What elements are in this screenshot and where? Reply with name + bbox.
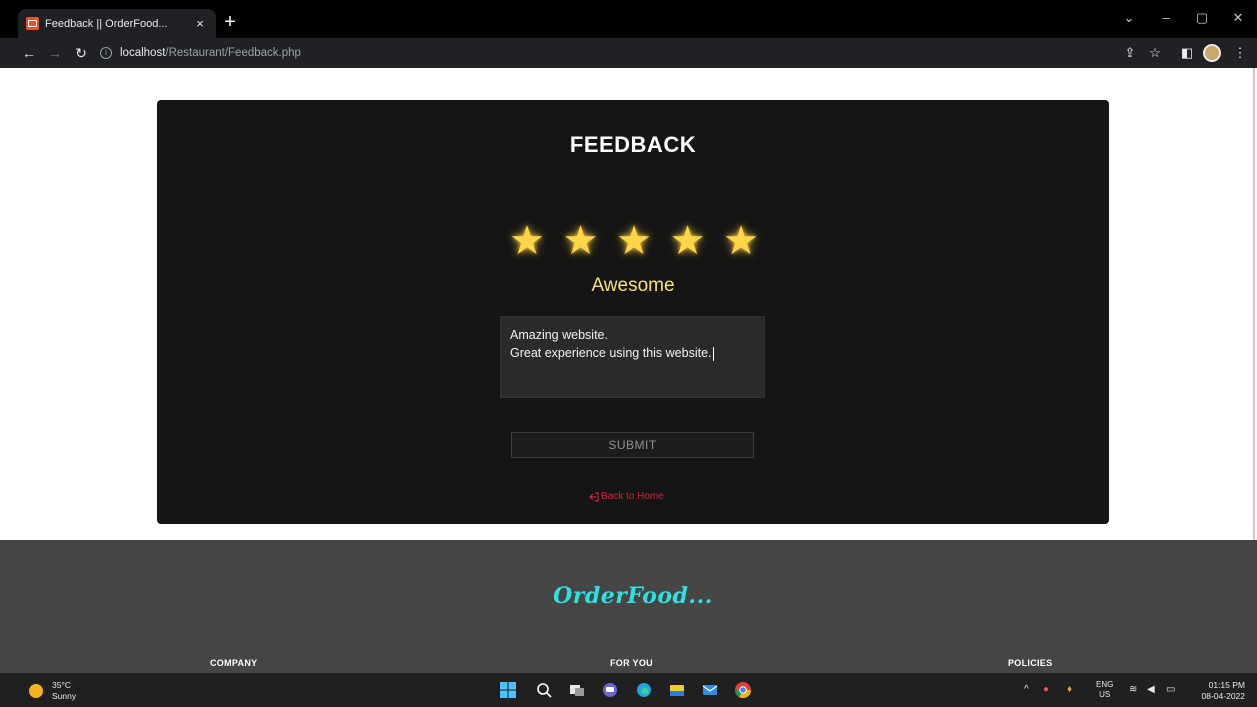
lang-code: ENG <box>1096 680 1114 689</box>
rating-label: Awesome <box>591 275 675 296</box>
antivirus-tray-icon[interactable]: ● <box>1043 684 1049 695</box>
url-path: /Restaurant/Feedback.php <box>165 47 301 59</box>
battery-icon[interactable]: ▭ <box>1166 684 1175 695</box>
site-favicon-icon <box>26 17 39 30</box>
star-rating[interactable]: ★ ★ ★ ★ ★ <box>508 221 760 262</box>
profile-avatar[interactable] <box>1203 44 1221 62</box>
footer-brand: OrderFood... <box>553 583 713 609</box>
info-icon[interactable]: i <box>100 47 112 59</box>
mail-icon[interactable] <box>700 680 720 700</box>
temperature: 35°C <box>52 680 71 690</box>
sign-out-icon <box>589 491 599 502</box>
tab-close-icon[interactable]: × <box>192 16 208 31</box>
volume-icon[interactable]: ◀ <box>1147 684 1155 695</box>
feedback-textarea[interactable]: Amazing website. Great experience using … <box>500 316 765 398</box>
minimize-button[interactable]: – <box>1156 10 1176 25</box>
microphone-icon[interactable]: ♦ <box>1067 684 1072 695</box>
footer-heading-policies: POLICIES <box>1008 658 1053 668</box>
tab-search-chevron-icon[interactable]: ⌄ <box>1119 10 1139 26</box>
wifi-icon[interactable]: ≋ <box>1129 684 1137 695</box>
star-icon[interactable]: ★ <box>669 221 707 261</box>
edge-browser-icon[interactable] <box>634 680 654 700</box>
weather-condition: Sunny <box>52 691 77 701</box>
system-clock[interactable]: 01:15 PM 08-04-2022 <box>1191 680 1245 702</box>
clock-time: 01:15 PM <box>1208 680 1245 690</box>
feedback-title: FEEDBACK <box>569 132 697 157</box>
star-icon[interactable]: ★ <box>615 221 653 261</box>
feedback-card <box>157 100 1109 524</box>
clock-date: 08-04-2022 <box>1201 691 1245 701</box>
footer-heading-company: COMPANY <box>210 658 258 668</box>
chat-icon[interactable] <box>600 680 620 700</box>
file-explorer-icon[interactable] <box>667 680 687 700</box>
url-field[interactable]: i localhost /Restaurant/Feedback.php <box>100 43 301 63</box>
address-bar: ← → ↻ i localhost /Restaurant/Feedback.p… <box>0 38 1257 68</box>
star-bookmark-icon[interactable]: ☆ <box>1146 44 1164 62</box>
sun-icon[interactable] <box>29 684 43 698</box>
close-window-button[interactable]: ✕ <box>1228 10 1248 26</box>
share-icon[interactable]: ⇪ <box>1121 44 1139 62</box>
tab-title: Feedback || OrderFood... <box>45 17 168 30</box>
footer-heading-for-you: FOR YOU <box>610 658 653 668</box>
submit-button[interactable]: SUBMIT <box>511 432 754 458</box>
star-icon[interactable]: ★ <box>562 221 600 261</box>
feedback-line-1: Amazing website. <box>510 328 608 342</box>
new-tab-button[interactable]: + <box>221 12 239 32</box>
weather-widget[interactable]: 35°C Sunny <box>52 680 76 702</box>
side-panel-icon[interactable]: ◧ <box>1178 44 1196 62</box>
show-hidden-icons-chevron[interactable]: ^ <box>1024 684 1029 695</box>
browser-tab[interactable]: Feedback || OrderFood... × <box>18 9 216 38</box>
star-icon[interactable]: ★ <box>722 221 760 261</box>
browser-tab-strip: Feedback || OrderFood... × + ⌄ – ▢ ✕ <box>0 0 1257 38</box>
feedback-line-2: Great experience using this website. <box>510 346 712 360</box>
back-link-label: Back to Home <box>601 491 664 502</box>
back-to-home-link[interactable]: Back to Home <box>589 491 664 502</box>
task-view-icon[interactable] <box>567 680 587 700</box>
text-caret <box>712 346 714 361</box>
windows-start-icon[interactable] <box>498 680 518 700</box>
region-code: US <box>1099 690 1111 699</box>
back-arrow-icon[interactable]: ← <box>20 44 38 62</box>
star-icon[interactable]: ★ <box>508 221 546 261</box>
language-indicator[interactable]: ENG US <box>1096 680 1113 700</box>
url-host: localhost <box>120 47 166 59</box>
reload-icon[interactable]: ↻ <box>72 44 90 62</box>
search-icon[interactable] <box>534 680 554 700</box>
kebab-menu-icon[interactable]: ⋮ <box>1231 44 1249 62</box>
maximize-button[interactable]: ▢ <box>1192 10 1212 26</box>
chrome-icon[interactable] <box>733 680 753 700</box>
forward-arrow-icon[interactable]: → <box>46 44 64 62</box>
